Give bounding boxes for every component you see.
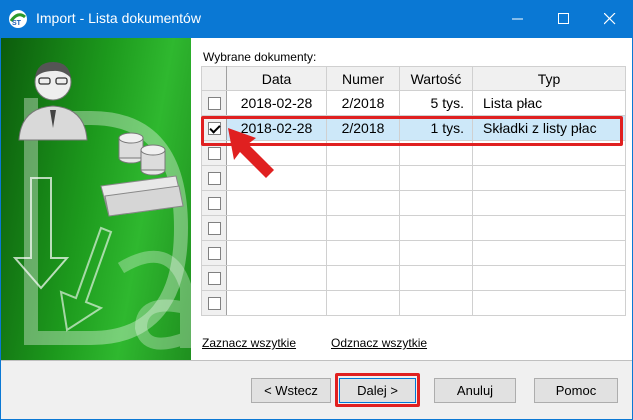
column-header-wartosc[interactable]: Wartość	[399, 66, 473, 91]
maximize-icon	[558, 13, 569, 24]
cell-wartosc: 5 tys.	[399, 90, 473, 116]
cancel-button[interactable]: Anuluj	[434, 378, 516, 403]
empty-cell	[399, 190, 473, 216]
empty-cell	[226, 190, 327, 216]
arrow-down-icon	[12, 177, 70, 290]
row-checkbox[interactable]	[207, 246, 221, 260]
empty-cell	[399, 215, 473, 241]
row-checkbox[interactable]	[207, 196, 221, 210]
cell-data: 2018-02-28	[226, 90, 327, 116]
column-header-typ[interactable]: Typ	[472, 66, 626, 91]
empty-cell	[472, 215, 626, 241]
row-checkbox-cell[interactable]	[201, 240, 227, 266]
row-checkbox-cell[interactable]	[201, 190, 227, 216]
row-checkbox-cell[interactable]	[201, 90, 227, 116]
empty-cell	[399, 290, 473, 316]
column-header-data[interactable]: Data	[226, 66, 327, 91]
empty-cell	[472, 140, 626, 166]
deselect-all-link[interactable]: Odznacz wszytkie	[331, 336, 427, 350]
arrow-down-icon	[59, 226, 113, 332]
row-checkbox-cell[interactable]	[201, 215, 227, 241]
row-checkbox-cell[interactable]	[201, 165, 227, 191]
empty-cell	[472, 240, 626, 266]
empty-cell	[326, 165, 400, 191]
table-row-empty[interactable]	[201, 265, 626, 291]
back-button[interactable]: < Wstecz	[251, 378, 331, 403]
empty-cell	[226, 290, 327, 316]
header-checkbox-cell	[201, 66, 227, 91]
help-button[interactable]: Pomoc	[534, 378, 618, 403]
next-button[interactable]: Dalej >	[339, 378, 416, 403]
row-checkbox-cell[interactable]	[201, 290, 227, 316]
empty-cell	[399, 240, 473, 266]
close-button[interactable]	[587, 0, 633, 38]
table-row-empty[interactable]	[201, 190, 626, 216]
row-checkbox-cell[interactable]	[201, 115, 227, 141]
table-row-empty[interactable]	[201, 240, 626, 266]
row-checkbox[interactable]	[207, 221, 221, 235]
cell-wartosc: 1 tys.	[399, 115, 473, 141]
table-row-empty[interactable]	[201, 215, 626, 241]
empty-cell	[326, 290, 400, 316]
empty-cell	[226, 265, 327, 291]
maximize-button[interactable]	[541, 0, 587, 38]
svg-text:ST: ST	[12, 20, 22, 27]
cell-numer: 2/2018	[326, 90, 400, 116]
row-checkbox[interactable]	[207, 96, 221, 110]
empty-cell	[326, 215, 400, 241]
table-row[interactable]: 2018-02-28 2/2018 5 tys. Lista płac	[201, 90, 626, 116]
selected-documents-label: Wybrane dokumenty:	[203, 50, 317, 64]
row-checkbox[interactable]	[207, 296, 221, 310]
empty-cell	[399, 265, 473, 291]
cell-numer: 2/2018	[326, 115, 400, 141]
row-checkbox-cell[interactable]	[201, 140, 227, 166]
minimize-icon	[512, 18, 523, 20]
title-bar[interactable]: ST Import - Lista dokumentów	[0, 0, 633, 38]
empty-cell	[399, 165, 473, 191]
app-logo-icon: ST	[9, 10, 27, 28]
empty-cell	[399, 140, 473, 166]
minimize-button[interactable]	[495, 0, 541, 38]
empty-cell	[472, 190, 626, 216]
empty-cell	[326, 140, 400, 166]
empty-cell	[226, 240, 327, 266]
column-header-numer[interactable]: Numer	[326, 66, 400, 91]
empty-cell	[472, 165, 626, 191]
cell-typ: Składki z listy płac	[472, 115, 626, 141]
row-checkbox-cell[interactable]	[201, 265, 227, 291]
row-checkbox-checked[interactable]	[207, 121, 221, 135]
empty-cell	[226, 215, 327, 241]
cell-typ: Lista płac	[472, 90, 626, 116]
table-row-empty[interactable]	[201, 290, 626, 316]
empty-cell	[326, 240, 400, 266]
empty-cell	[326, 265, 400, 291]
row-checkbox[interactable]	[207, 171, 221, 185]
window-title: Import - Lista dokumentów	[36, 10, 201, 26]
empty-cell	[472, 265, 626, 291]
close-icon	[604, 13, 616, 25]
row-checkbox[interactable]	[207, 271, 221, 285]
annotation-arrow-icon	[228, 128, 274, 178]
table-header-row: Data Numer Wartość Typ	[201, 66, 626, 91]
empty-cell	[326, 190, 400, 216]
wizard-illustration	[12, 62, 191, 350]
empty-cell	[472, 290, 626, 316]
row-checkbox[interactable]	[207, 146, 221, 160]
documents-table[interactable]: Data Numer Wartość Typ 2018-02-28 2/2018…	[201, 66, 626, 316]
select-all-link[interactable]: Zaznacz wszytkie	[202, 336, 296, 350]
wizard-side-panel	[1, 38, 191, 360]
